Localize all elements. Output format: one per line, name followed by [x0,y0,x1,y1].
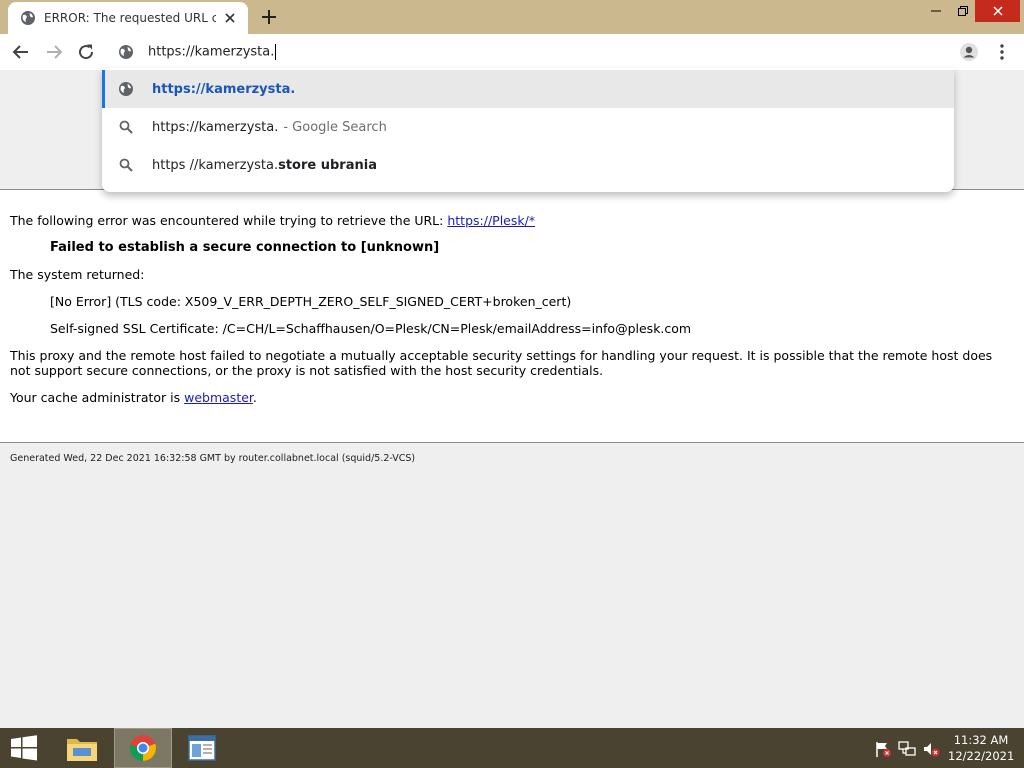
tab-strip: ERROR: The requested URL could not be re… [0,0,1024,34]
browser-toolbar: https://kamerzysta. [0,34,1024,70]
globe-icon [119,45,133,59]
browser-menu-button[interactable] [991,41,1013,63]
action-center-flag-icon[interactable] [874,740,892,758]
suggestion-completion: store ubrania [278,157,377,173]
tab-close-icon[interactable] [222,10,238,26]
clock-date: 12/22/2021 [948,749,1015,763]
search-icon [119,158,133,172]
minimize-icon [931,10,941,12]
window-close-button[interactable] [975,0,1020,22]
window-app-icon [188,735,216,761]
cache-admin-text: Your cache administrator is [10,390,185,405]
cache-admin-line: Your cache administrator is webmaster. [10,390,257,405]
address-input-value: https://kamerzysta. [148,44,275,60]
proxy-explanation: This proxy and the remote host failed to… [10,348,993,378]
arrow-left-icon [12,45,28,59]
search-icon [119,120,133,134]
globe-icon [119,82,133,96]
text-caret [275,44,277,60]
requested-url-link[interactable]: https://Plesk/* [447,213,535,228]
taskbar-app[interactable] [178,728,226,768]
arrow-right-icon [47,45,63,59]
restore-icon [957,6,968,16]
system-returned-label: The system returned: [10,267,145,282]
suggestion-url: https://kamerzysta. [152,81,296,97]
account-icon [960,43,978,61]
back-button[interactable] [10,41,32,63]
error-intro: The following error was encountered whil… [10,213,535,228]
suggestion-query: https://kamerzysta. [152,119,279,135]
suggestion-query: https //kamerzysta. [152,157,279,173]
close-icon [992,6,1003,16]
new-tab-icon[interactable] [259,7,279,27]
tls-error-line: [No Error] (TLS code: X509_V_ERR_DEPTH_Z… [50,294,572,309]
forward-button[interactable] [43,41,65,63]
generated-footer: Generated Wed, 22 Dec 2021 16:32:58 GMT … [10,453,416,464]
browser-tab[interactable]: ERROR: The requested URL could not be re… [8,2,248,34]
globe-icon [21,11,35,25]
tab-title: ERROR: The requested URL could not be re… [44,11,216,25]
page-bottom-divider [0,442,1024,443]
certificate-line: Self-signed SSL Certificate: /C=CH/L=Sch… [50,321,692,336]
address-input[interactable]: https://kamerzysta. [148,44,277,60]
reload-button[interactable] [75,41,97,63]
windows-logo-icon [11,735,37,761]
system-clock[interactable]: 11:32 AM 12/22/2021 [948,732,1014,764]
suggestion-item[interactable]: https://kamerzysta. - Google Search [102,108,954,146]
webmaster-link[interactable]: webmaster [184,390,253,405]
error-page: The following error was encountered whil… [0,190,1024,442]
window-minimize-button[interactable] [922,0,950,22]
window-restore-button[interactable] [950,0,975,22]
cache-admin-period: . [252,390,257,405]
omnibox[interactable]: https://kamerzysta. [104,34,952,70]
chrome-icon [129,735,157,762]
network-icon[interactable] [898,740,916,758]
reload-icon [79,44,94,60]
start-button[interactable] [0,728,48,768]
more-vertical-icon [1000,44,1004,60]
suggestion-item[interactable]: https://kamerzysta. [102,70,954,108]
suggestion-hint: - Google Search [283,119,387,135]
taskbar: 11:32 AM 12/22/2021 [0,728,1024,768]
profile-button[interactable] [958,41,980,63]
error-intro-text: The following error was encountered whil… [10,213,448,228]
taskbar-chrome[interactable] [114,728,172,768]
folder-icon [67,739,97,761]
clock-time: 11:32 AM [953,733,1009,747]
taskbar-file-explorer[interactable] [58,728,106,768]
error-headline: Failed to establish a secure connection … [50,240,440,255]
volume-muted-icon[interactable] [922,740,940,758]
suggestion-item[interactable]: https //kamerzysta. store ubrania [102,146,954,184]
omnibox-suggestions: https://kamerzysta. https://kamerzysta. … [102,68,954,192]
